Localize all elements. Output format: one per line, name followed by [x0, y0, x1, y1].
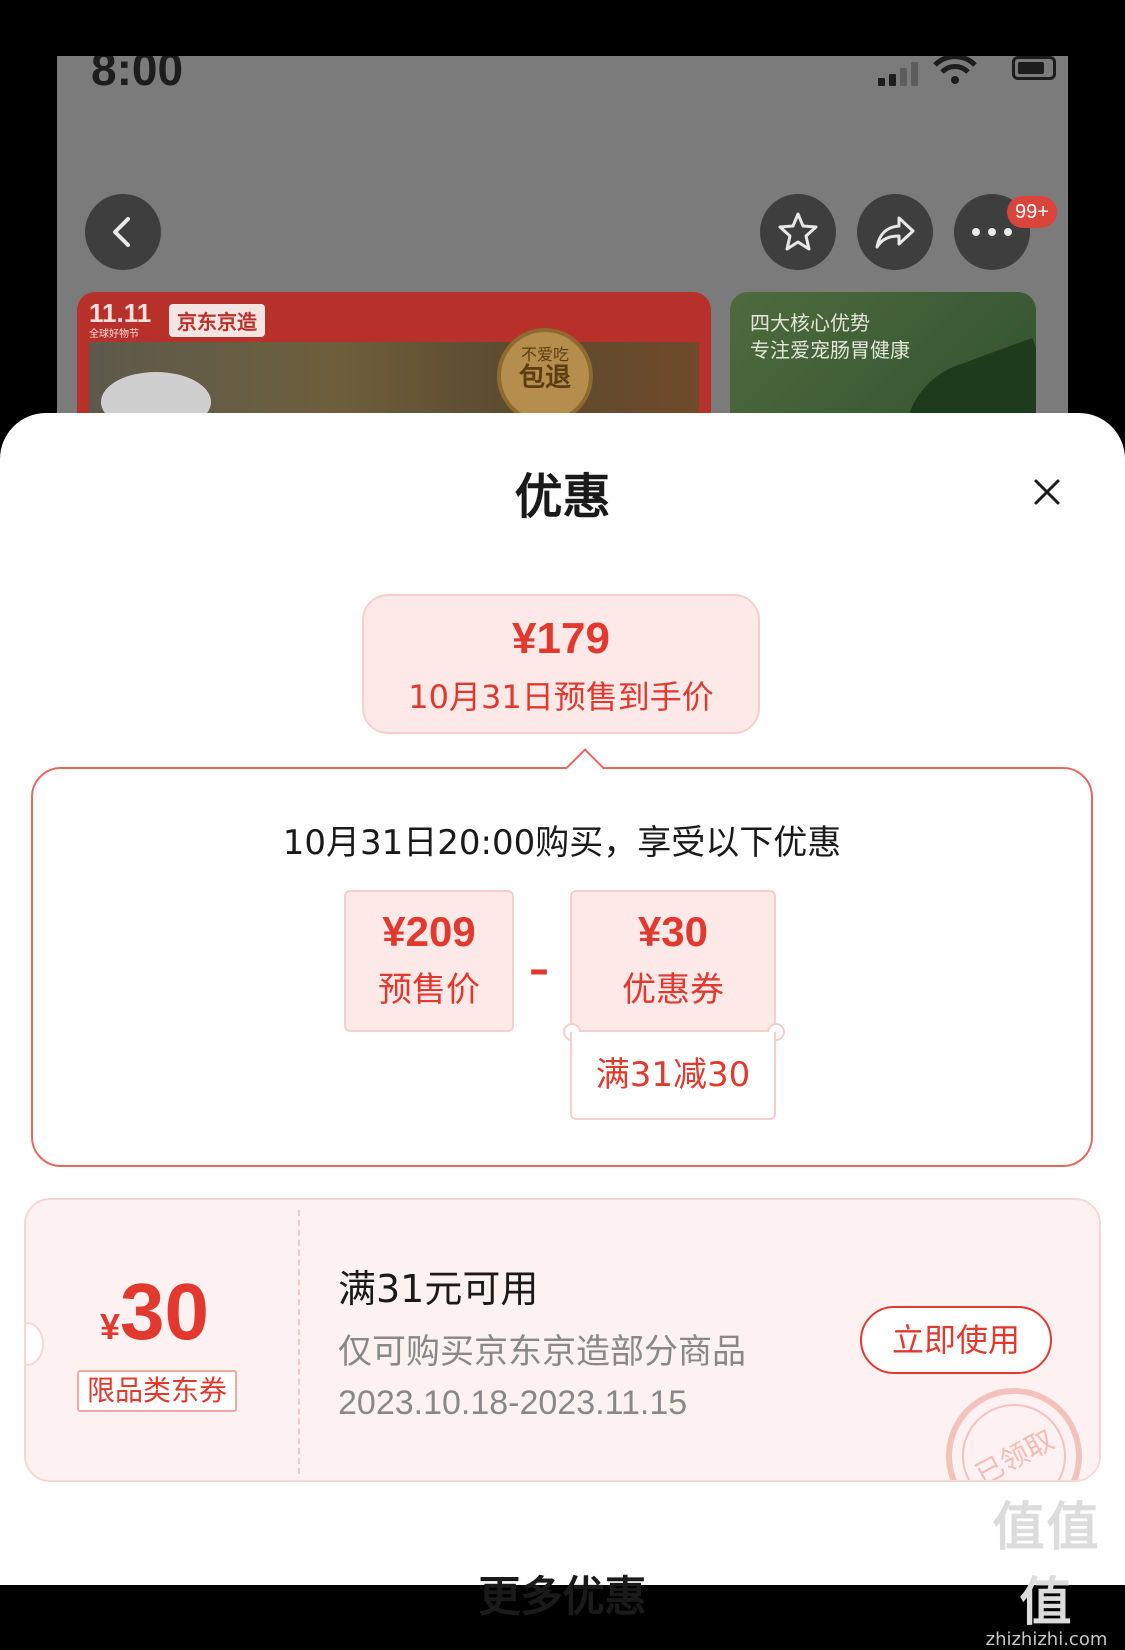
coupon-divider	[298, 1210, 300, 1474]
coupon-type-tag: 限品类东券	[77, 1370, 238, 1412]
presale-price: ¥209	[382, 908, 476, 955]
coupon-notch	[26, 1322, 44, 1366]
favorite-button[interactable]	[760, 194, 836, 270]
coupon-amount: ¥30	[637, 908, 709, 955]
share-button[interactable]	[857, 194, 933, 270]
status-bar: 8:00	[57, 56, 1068, 96]
watermark-logo: 值值值	[992, 1498, 1101, 1633]
final-price-label: 10月31日预售到手价	[408, 678, 714, 716]
breakdown-heading: 10月31日20:00购买，享受以下优惠	[282, 823, 842, 863]
chevron-left-icon	[113, 217, 130, 247]
wifi-icon	[933, 56, 977, 84]
cellular-signal-icon	[878, 62, 918, 86]
coupon-description: 仅可购买京东京造部分商品	[338, 1332, 746, 1372]
close-icon[interactable]	[1024, 469, 1070, 515]
coupon-label: 优惠券	[622, 970, 724, 1010]
guarantee-seal: 不爱吃 包退	[497, 328, 593, 424]
site-watermark: 值值值 zhizhizhi.com	[968, 1485, 1125, 1650]
banner-side-text: 四大核心优势 专注爱宠肠胃健康	[750, 311, 910, 362]
final-price: ¥179	[512, 614, 610, 663]
star-icon	[778, 212, 818, 251]
coupon-chip: ¥30 优惠券	[570, 890, 776, 1032]
coupon-validity: 2023.10.18-2023.11.15	[338, 1384, 688, 1422]
minus-operator: –	[529, 947, 549, 993]
event-logo: 11.11 全球好物节	[89, 298, 152, 340]
sheet-title: 优惠	[514, 469, 611, 525]
product-page-backdrop: 8:00 99+ 11.11 全球好物节 京东京造 不爱吃 包退 四大核心优势 …	[57, 56, 1068, 436]
watermark-url: zhizhizhi.com	[985, 1629, 1108, 1650]
more-offers-heading: 更多优惠	[478, 1572, 647, 1621]
coupon-value: ¥30	[100, 1267, 210, 1356]
price-breakdown: 10月31日20:00购买，享受以下优惠 ¥209 预售价 – ¥30 优惠券 …	[31, 748, 1093, 1167]
coupon-card: ¥30 限品类东券 满31元可用 仅可购买京东京造部分商品 2023.10.18…	[24, 1198, 1101, 1482]
presale-price-chip: ¥209 预售价	[344, 890, 514, 1032]
battery-icon	[1012, 56, 1056, 80]
presale-price-label: 预售价	[378, 970, 480, 1010]
share-icon	[875, 216, 915, 249]
claimed-stamp: 已领取	[922, 1364, 1099, 1480]
bubble-pointer	[565, 748, 605, 788]
final-price-bubble: ¥179 10月31日预售到手价	[362, 594, 760, 734]
coupon-condition: 满31减30	[570, 1032, 776, 1120]
coupon-title: 满31元可用	[338, 1267, 539, 1311]
discount-sheet: 优惠 ¥179 10月31日预售到手价 10月31日20:00购买，享受以下优惠…	[0, 413, 1125, 1621]
status-time: 8:00	[91, 56, 184, 95]
back-button[interactable]	[85, 194, 161, 270]
use-now-button[interactable]: 立即使用	[860, 1306, 1052, 1374]
brand-tag: 京东京造	[169, 304, 265, 337]
notification-badge: 99+	[1007, 196, 1057, 228]
more-dots-icon	[972, 228, 1012, 236]
